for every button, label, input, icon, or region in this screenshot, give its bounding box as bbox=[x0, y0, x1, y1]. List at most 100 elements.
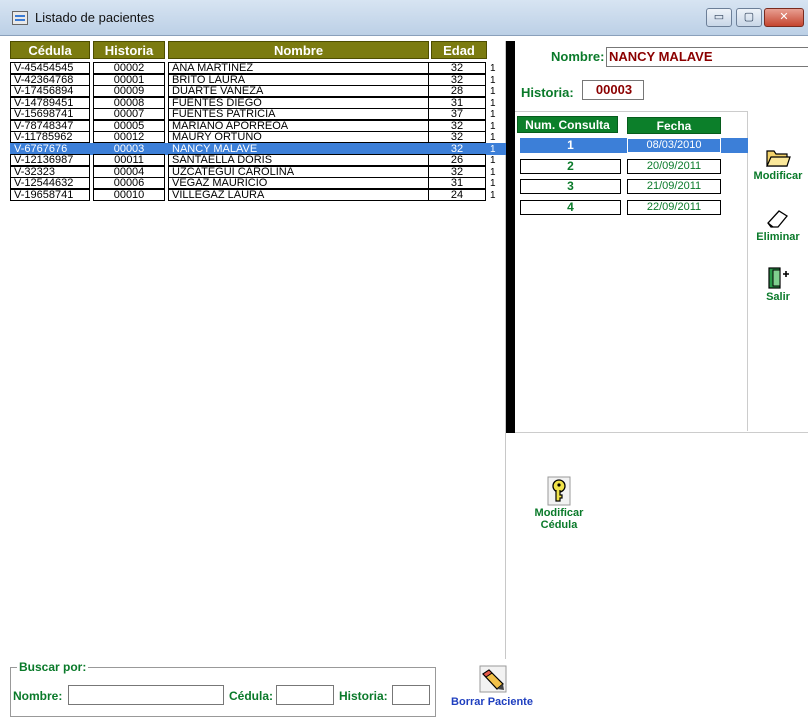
cell-historia: 00012 bbox=[93, 131, 165, 143]
cell-fecha: 20/09/2011 bbox=[627, 158, 721, 174]
cell-edad: 28 bbox=[428, 85, 486, 97]
cell-historia: 00009 bbox=[93, 85, 165, 97]
cell-cedula: V-12544632 bbox=[10, 177, 90, 189]
cell-num-consulta: 1 bbox=[520, 138, 621, 153]
col-header-cedula[interactable]: Cédula bbox=[10, 41, 90, 59]
minimize-button[interactable]: ▭ bbox=[706, 8, 732, 27]
patient-row[interactable]: V-78748347 00005 MARIANO APORREOA 32 1 bbox=[10, 119, 508, 132]
cell-edad: 32 bbox=[428, 62, 486, 74]
modificar-cedula-label-2: Cédula bbox=[540, 519, 578, 531]
cell-historia: 00008 bbox=[93, 96, 165, 109]
cell-nombre: NANCY MALAVE bbox=[168, 142, 429, 155]
patient-row[interactable]: V-14789451 00008 FUENTES DIEGO 31 1 bbox=[10, 96, 508, 109]
patient-row[interactable]: V-6767676 00003 NANCY MALAVE 32 1 bbox=[10, 142, 508, 155]
consulta-row[interactable]: 1 08/03/2010 bbox=[520, 138, 748, 153]
search-historia-input[interactable] bbox=[392, 685, 430, 705]
cell-edad: 32 bbox=[428, 142, 486, 155]
cell-num-consulta: 2 bbox=[520, 158, 621, 174]
search-nombre-label: Nombre: bbox=[13, 689, 63, 703]
modificar-cedula-button[interactable]: Modificar Cédula bbox=[527, 475, 591, 531]
title-bar: Listado de pacientes ▭ ▢ ✕ bbox=[0, 0, 808, 36]
historia-value: 00003 bbox=[582, 80, 644, 100]
cell-nombre: ANA MARTINEZ bbox=[168, 62, 429, 74]
search-cedula-label: Cédula: bbox=[229, 689, 274, 703]
open-folder-icon bbox=[766, 150, 791, 167]
cell-nombre: SANTAELLA DORIS bbox=[168, 154, 429, 166]
panel-divider bbox=[506, 41, 515, 433]
modificar-label: Modificar bbox=[753, 170, 803, 182]
cell-cedula: V-15698741 bbox=[10, 108, 90, 120]
patient-row[interactable]: V-11785962 00012 MAURY ORTUÑO 32 1 bbox=[10, 131, 508, 143]
cell-historia: 00004 bbox=[93, 165, 165, 178]
cell-flag: 1 bbox=[490, 178, 496, 189]
cell-nombre: BRITO LAURA bbox=[168, 73, 429, 86]
maximize-button[interactable]: ▢ bbox=[736, 8, 762, 27]
patient-row[interactable]: V-15698741 00007 FUENTES PATRICIA 37 1 bbox=[10, 108, 508, 120]
search-nombre-input[interactable] bbox=[68, 685, 224, 705]
search-cedula-input[interactable] bbox=[276, 685, 334, 705]
modificar-button[interactable]: Modificar bbox=[748, 146, 808, 182]
patient-row[interactable]: V-42364768 00001 BRITO LAURA 32 1 bbox=[10, 73, 508, 86]
cell-nombre: FUENTES DIEGO bbox=[168, 96, 429, 109]
cell-edad: 32 bbox=[428, 165, 486, 178]
cell-historia: 00010 bbox=[93, 188, 165, 201]
cell-flag: 1 bbox=[490, 120, 496, 132]
patient-row[interactable]: V-45454545 00002 ANA MARTINEZ 32 1 bbox=[10, 62, 508, 74]
eliminar-label: Eliminar bbox=[756, 231, 800, 243]
eliminar-button[interactable]: Eliminar bbox=[748, 207, 808, 243]
cell-cedula: V-19658741 bbox=[10, 188, 90, 201]
patient-row[interactable]: V-32323 00004 UZCATEGUI CAROLINA 32 1 bbox=[10, 165, 508, 178]
cell-nombre: VEGAZ MAURICIO bbox=[168, 177, 429, 189]
cell-nombre: DUARTE VANEZA bbox=[168, 85, 429, 97]
col-header-nombre[interactable]: Nombre bbox=[168, 41, 429, 59]
consulta-row[interactable]: 4 22/09/2011 bbox=[520, 199, 749, 215]
cell-flag: 1 bbox=[490, 74, 496, 86]
key-icon bbox=[547, 476, 571, 506]
consulta-row[interactable]: 2 20/09/2011 bbox=[520, 158, 749, 174]
salir-button[interactable]: Salir bbox=[748, 265, 808, 303]
cell-nombre: UZCATEGUI CAROLINA bbox=[168, 165, 429, 178]
app-icon bbox=[12, 11, 28, 25]
cell-cedula: V-14789451 bbox=[10, 96, 90, 109]
cell-num-consulta: 4 bbox=[520, 199, 621, 215]
patient-row[interactable]: V-12136987 00011 SANTAELLA DORIS 26 1 bbox=[10, 154, 508, 166]
cell-cedula: V-32323 bbox=[10, 165, 90, 178]
cell-edad: 26 bbox=[428, 154, 486, 166]
cell-historia: 00005 bbox=[93, 119, 165, 132]
patient-row[interactable]: V-17456894 00009 DUARTE VANEZA 28 1 bbox=[10, 85, 508, 97]
cell-flag: 1 bbox=[490, 189, 496, 201]
close-button[interactable]: ✕ bbox=[764, 8, 804, 27]
borrar-paciente-button[interactable]: Borrar Paciente bbox=[440, 664, 544, 708]
patient-row[interactable]: V-12544632 00006 VEGAZ MAURICIO 31 1 bbox=[10, 177, 508, 189]
cell-cedula: V-45454545 bbox=[10, 62, 90, 74]
col-header-num-consulta[interactable]: Num. Consulta bbox=[517, 116, 618, 133]
cell-cedula: V-78748347 bbox=[10, 119, 90, 132]
cell-historia: 00007 bbox=[93, 108, 165, 120]
patient-row[interactable]: V-19658741 00010 VILLEGAZ LAURA 24 1 bbox=[10, 188, 508, 201]
search-legend: Buscar por: bbox=[17, 660, 89, 674]
col-header-historia[interactable]: Historia bbox=[93, 41, 165, 59]
salir-label: Salir bbox=[766, 291, 790, 303]
cell-flag: 1 bbox=[490, 143, 496, 155]
cell-flag: 1 bbox=[490, 86, 496, 97]
col-header-fecha[interactable]: Fecha bbox=[627, 117, 721, 134]
consulta-row[interactable]: 3 21/09/2011 bbox=[520, 179, 749, 194]
cell-historia: 00003 bbox=[93, 142, 165, 155]
cell-fecha: 21/09/2011 bbox=[627, 179, 721, 194]
cell-cedula: V-17456894 bbox=[10, 85, 90, 97]
cell-cedula: V-6767676 bbox=[10, 142, 90, 155]
cell-flag: 1 bbox=[490, 97, 496, 109]
cell-nombre: MAURY ORTUÑO bbox=[168, 131, 429, 143]
cell-edad: 32 bbox=[428, 131, 486, 143]
cell-fecha: 08/03/2010 bbox=[627, 138, 721, 153]
cell-num-consulta: 3 bbox=[520, 179, 621, 194]
cell-fecha: 22/09/2011 bbox=[627, 199, 721, 215]
exit-door-icon bbox=[768, 267, 789, 289]
cell-edad: 37 bbox=[428, 108, 486, 120]
cell-cedula: V-11785962 bbox=[10, 131, 90, 143]
cell-edad: 24 bbox=[428, 188, 486, 201]
col-header-edad[interactable]: Edad bbox=[431, 41, 487, 59]
cell-historia: 00001 bbox=[93, 73, 165, 86]
historia-label: Historia: bbox=[521, 85, 574, 100]
cell-cedula: V-12136987 bbox=[10, 154, 90, 166]
